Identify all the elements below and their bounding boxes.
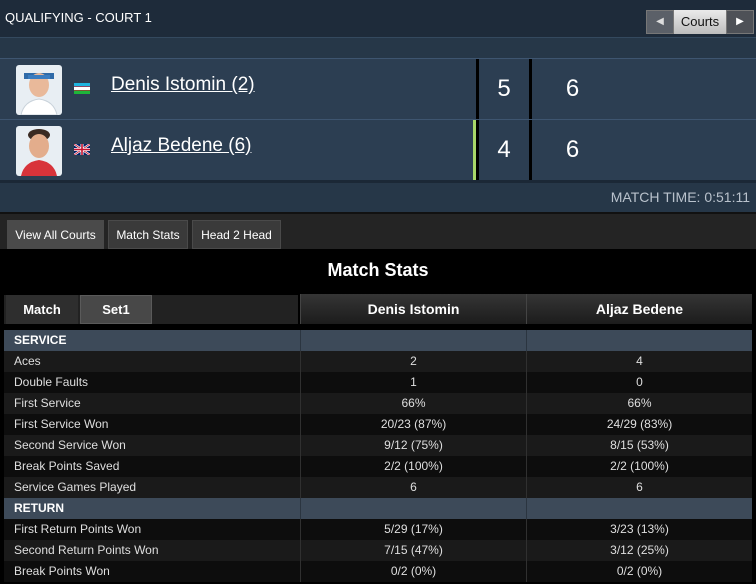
period-tabs: Match Set1 — [4, 295, 298, 324]
triangle-left-icon: ◀ — [656, 16, 664, 27]
courts-nav: ◀ Courts ▶ — [646, 9, 754, 34]
stats-row: Service Games Played 6 6 — [4, 477, 752, 498]
tab-view-all-courts[interactable]: View All Courts — [7, 220, 104, 249]
stat-label: Second Return Points Won — [14, 543, 159, 557]
player-name-link[interactable]: Denis Istomin (2) — [111, 74, 255, 96]
stat-value: 3/23 (13%) — [526, 519, 752, 540]
player-row: Aljaz Bedene (6) 4 6 — [0, 119, 756, 180]
player-avatar — [16, 126, 62, 176]
stats-row: First Service 66% 66% — [4, 393, 752, 414]
tab-match-stats[interactable]: Match Stats — [108, 220, 188, 249]
set-score: 4 — [476, 120, 529, 180]
player-name-link[interactable]: Aljaz Bedene (6) — [111, 135, 251, 157]
stat-value: 5/29 (17%) — [300, 519, 526, 540]
stats-row: Double Faults 1 0 — [4, 372, 752, 393]
stat-value: 4 — [526, 351, 752, 372]
stat-label: Double Faults — [14, 375, 89, 389]
set-score: 6 — [529, 120, 613, 180]
prev-court-button[interactable]: ◀ — [646, 9, 674, 34]
header-band — [0, 37, 756, 58]
set-score: 5 — [476, 59, 529, 119]
stat-label: First Service — [14, 396, 81, 410]
court-title: QUALIFYING - COURT 1 — [5, 10, 152, 25]
stat-label: Break Points Saved — [14, 459, 120, 473]
courts-button[interactable]: Courts — [674, 9, 726, 34]
stats-header-row: Match Set1 Denis Istomin Aljaz Bedene — [4, 294, 752, 324]
section-title: SERVICE — [14, 333, 67, 347]
column-header-player-2: Aljaz Bedene — [526, 294, 752, 324]
set-score: 6 — [529, 59, 613, 119]
stat-label: Service Games Played — [14, 480, 137, 494]
tab-head-2-head[interactable]: Head 2 Head — [192, 220, 281, 249]
stat-value: 9/12 (75%) — [300, 435, 526, 456]
match-time-bar: MATCH TIME: 0:51:11 — [0, 180, 756, 212]
stats-row: Break Points Saved 2/2 (100%) 2/2 (100%) — [4, 456, 752, 477]
stats-title: Match Stats — [327, 260, 429, 280]
section-cell — [300, 330, 526, 351]
stat-value: 0/2 (0%) — [526, 561, 752, 582]
period-tab-set1[interactable]: Set1 — [80, 295, 152, 324]
uzbekistan-flag-icon — [74, 81, 90, 94]
stats-row: Second Service Won 9/12 (75%) 8/15 (53%) — [4, 435, 752, 456]
stat-value: 6 — [300, 477, 526, 498]
great-britain-flag-icon — [73, 142, 91, 156]
stat-label: Break Points Won — [14, 564, 110, 578]
stat-value: 20/23 (87%) — [300, 414, 526, 435]
stat-label: Second Service Won — [14, 438, 126, 452]
stat-value: 24/29 (83%) — [526, 414, 752, 435]
stat-value: 0/2 (0%) — [300, 561, 526, 582]
stats-section-header: RETURN — [4, 498, 752, 519]
stats-row: First Service Won 20/23 (87%) 24/29 (83%) — [4, 414, 752, 435]
player-avatar — [16, 65, 62, 115]
stats-section-header: SERVICE — [4, 330, 752, 351]
stat-value: 66% — [526, 393, 752, 414]
stat-label: First Service Won — [14, 417, 109, 431]
stat-value: 7/15 (47%) — [300, 540, 526, 561]
stats-row: Second Return Points Won 7/15 (47%) 3/12 (… — [4, 540, 752, 561]
stat-value: 6 — [526, 477, 752, 498]
stat-value: 2 — [300, 351, 526, 372]
period-tab-match[interactable]: Match — [6, 295, 78, 324]
stat-label: Aces — [14, 354, 41, 368]
section-title: RETURN — [14, 501, 64, 515]
scoreboard: Denis Istomin (2) 5 6 Aljaz Bedene (6) 4… — [0, 58, 756, 180]
triangle-right-icon: ▶ — [736, 16, 744, 27]
section-cell — [526, 330, 752, 351]
match-time: MATCH TIME: 0:51:11 — [610, 189, 750, 205]
match-stats-panel: Match Stats Match Set1 Denis Istomin Alj… — [0, 249, 756, 584]
stat-value: 2/2 (100%) — [300, 456, 526, 477]
stats-row: First Return Points Won 5/29 (17%) 3/23 (1… — [4, 519, 752, 540]
stats-row: Break Points Won 0/2 (0%) 0/2 (0%) — [4, 561, 752, 582]
tabs-bar: View All Courts Match Stats Head 2 Head — [0, 212, 756, 249]
stats-row: Aces 2 4 — [4, 351, 752, 372]
stats-table: SERVICE Aces 2 4 Double Faults 1 0 First Servic… — [4, 330, 752, 582]
stat-value: 1 — [300, 372, 526, 393]
stat-label: First Return Points Won — [14, 522, 142, 536]
stat-value: 8/15 (53%) — [526, 435, 752, 456]
stat-value: 66% — [300, 393, 526, 414]
top-bar: QUALIFYING - COURT 1 ◀ Courts ▶ — [0, 0, 756, 37]
section-cell — [300, 498, 526, 519]
column-header-player-1: Denis Istomin — [300, 294, 526, 324]
section-cell — [526, 498, 752, 519]
stat-value: 0 — [526, 372, 752, 393]
stat-value: 3/12 (25%) — [526, 540, 752, 561]
player-row: Denis Istomin (2) 5 6 — [0, 58, 756, 119]
next-court-button[interactable]: ▶ — [726, 9, 754, 34]
stat-value: 2/2 (100%) — [526, 456, 752, 477]
